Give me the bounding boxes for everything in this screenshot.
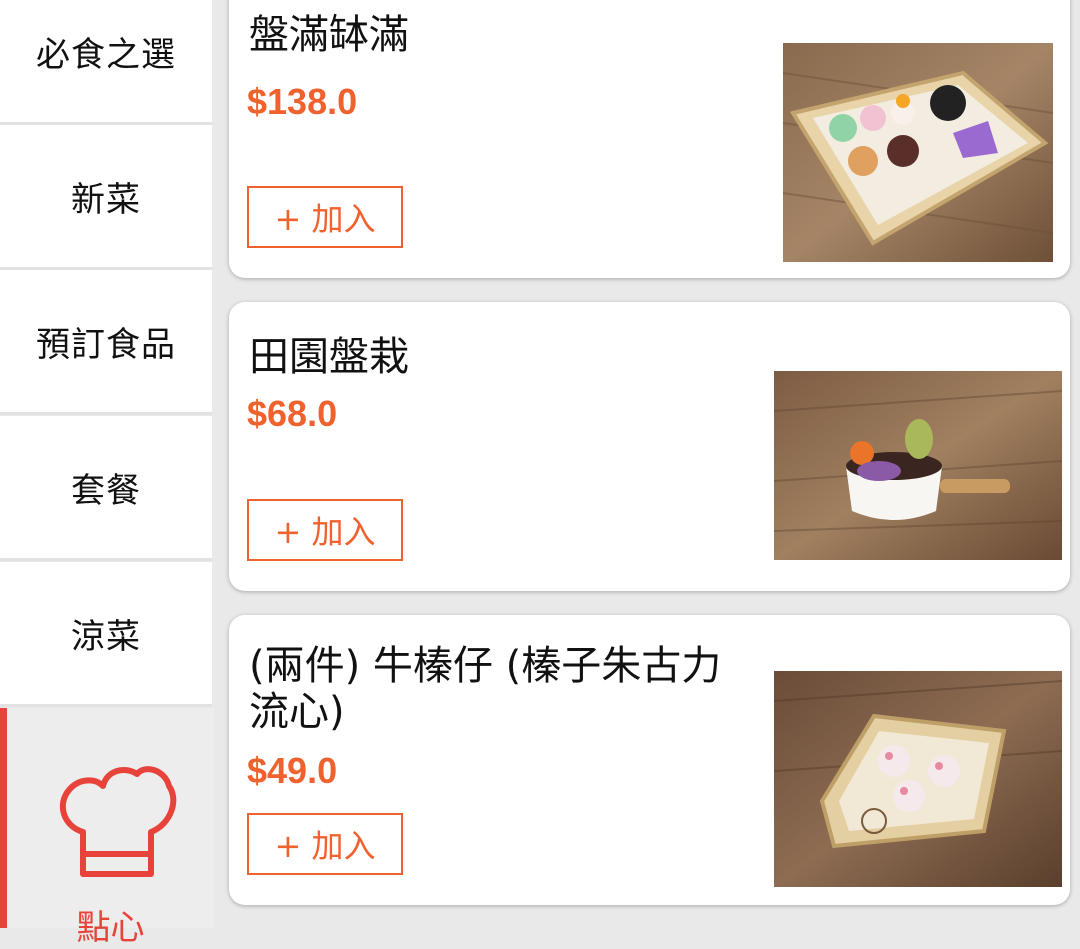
product-card: (兩件) 牛榛仔 (榛子朱古力流心) $49.0 + 加入 <box>229 615 1070 905</box>
product-name: 田園盤栽 <box>249 334 409 380</box>
add-to-cart-button[interactable]: + 加入 <box>247 186 403 248</box>
product-price: $68.0 <box>247 393 338 434</box>
product-name: 盤滿缽滿 <box>249 12 409 58</box>
product-card: 盤滿缽滿 $138.0 + 加入 <box>229 0 1070 278</box>
product-photo-pot <box>774 371 1062 560</box>
add-to-cart-button[interactable]: + 加入 <box>247 499 403 561</box>
category-sidebar: 必食之選 新菜 預訂食品 套餐 涼菜 點心 <box>0 0 214 948</box>
category-dim-sum-active[interactable]: 點心 <box>0 708 214 948</box>
category-new-dishes[interactable]: 新菜 <box>0 125 212 270</box>
category-set-meal[interactable]: 套餐 <box>0 416 212 561</box>
chef-hat-icon <box>51 756 181 890</box>
category-cold-dishes[interactable]: 涼菜 <box>0 562 212 707</box>
category-pre-order[interactable]: 預訂食品 <box>0 270 212 415</box>
active-category-label: 點心 <box>76 908 145 948</box>
product-price: $138.0 <box>247 81 358 122</box>
add-to-cart-button[interactable]: + 加入 <box>247 813 403 875</box>
product-name: (兩件) 牛榛仔 (榛子朱古力流心) <box>249 643 722 735</box>
product-photo-steamer-box <box>783 43 1053 262</box>
product-card: 田園盤栽 $68.0 + 加入 <box>229 302 1070 591</box>
product-price: $49.0 <box>247 750 338 791</box>
product-photo-hazelnut-buns <box>774 671 1062 887</box>
category-must-eat[interactable]: 必食之選 <box>0 0 212 125</box>
